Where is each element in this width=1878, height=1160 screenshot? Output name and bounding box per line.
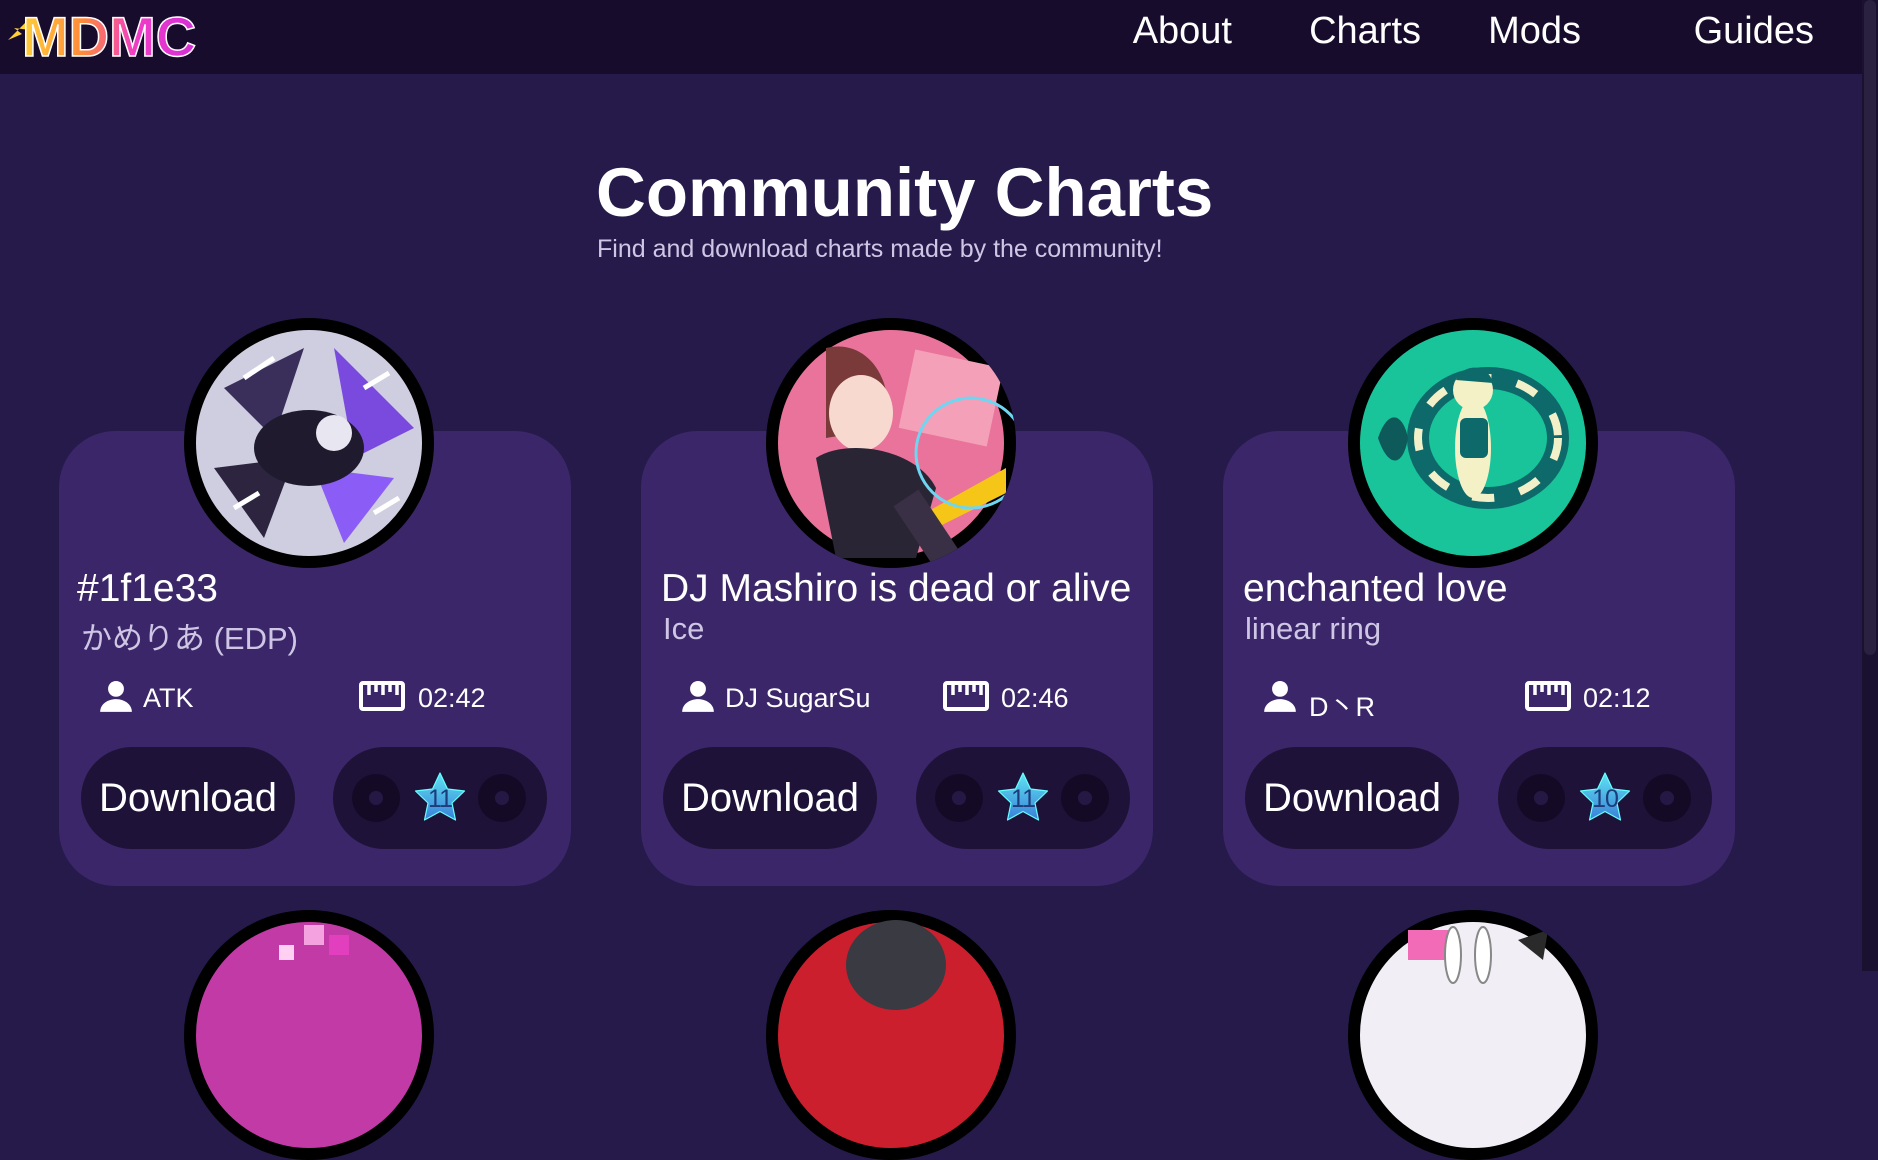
difficulty-selector: 11	[916, 747, 1130, 849]
difficulty-dot-easy[interactable]	[352, 774, 400, 822]
download-button[interactable]: Download	[81, 747, 295, 849]
difficulty-level: 11	[428, 785, 453, 813]
top-navbar: MDMC About Charts Mods Guides	[0, 0, 1862, 74]
chart-length: 02:46	[1001, 683, 1069, 713]
cover-art-next-row[interactable]	[1348, 910, 1598, 1160]
ruler-icon	[359, 681, 405, 711]
difficulty-dot-hard[interactable]	[478, 774, 526, 822]
difficulty-selector: 10	[1498, 747, 1712, 849]
ruler-icon	[943, 681, 989, 711]
chart-artist: linear ring	[1245, 611, 1382, 646]
difficulty-dot-hard[interactable]	[1061, 774, 1109, 822]
difficulty-dot-easy[interactable]	[935, 774, 983, 822]
nav-about[interactable]: About	[1133, 10, 1232, 53]
cover-art-dark-abstract[interactable]	[184, 318, 434, 568]
chart-charter: DJ SugarSu	[725, 683, 871, 713]
user-icon	[682, 680, 714, 712]
mdmc-logo[interactable]: MDMC	[8, 4, 198, 69]
chart-charter: D丶R	[1309, 692, 1375, 722]
difficulty-dot-hard[interactable]	[1643, 774, 1691, 822]
page-subtitle: Find and download charts made by the com…	[597, 235, 1163, 263]
download-button[interactable]: Download	[1245, 747, 1459, 849]
cover-art-teal-character[interactable]	[1348, 318, 1598, 568]
page-heading: Community Charts Find and download chart…	[596, 158, 1213, 264]
scrollbar-thumb[interactable]	[1864, 0, 1876, 655]
nav-mods[interactable]: Mods	[1488, 10, 1581, 53]
cover-art-pink-character[interactable]	[766, 318, 1016, 568]
difficulty-dot-easy[interactable]	[1517, 774, 1565, 822]
chart-artist: Ice	[663, 611, 705, 646]
chart-charter: ATK	[143, 683, 194, 713]
difficulty-level: 11	[1011, 785, 1036, 813]
user-icon	[100, 680, 132, 712]
cover-art-next-row[interactable]	[184, 910, 434, 1160]
chart-length: 02:42	[418, 683, 486, 713]
difficulty-level: 10	[1592, 785, 1619, 813]
chart-title: DJ Mashiro is dead or alive	[661, 567, 1132, 610]
ruler-icon	[1525, 681, 1571, 711]
cover-art-next-row[interactable]	[766, 910, 1016, 1160]
chart-title: #1f1e33	[77, 567, 218, 610]
nav-charts[interactable]: Charts	[1309, 10, 1421, 53]
logo-text: MDMC	[22, 5, 196, 64]
download-button[interactable]: Download	[663, 747, 877, 849]
chart-artist: かめりあ (EDP)	[81, 621, 298, 656]
user-icon	[1264, 680, 1296, 712]
page-scrollbar[interactable]	[1862, 0, 1878, 971]
nav-guides[interactable]: Guides	[1694, 10, 1814, 53]
chart-length: 02:12	[1583, 683, 1651, 713]
chart-title: enchanted love	[1243, 567, 1508, 610]
page-title: Community Charts	[596, 154, 1214, 231]
difficulty-selector: 11	[333, 747, 547, 849]
